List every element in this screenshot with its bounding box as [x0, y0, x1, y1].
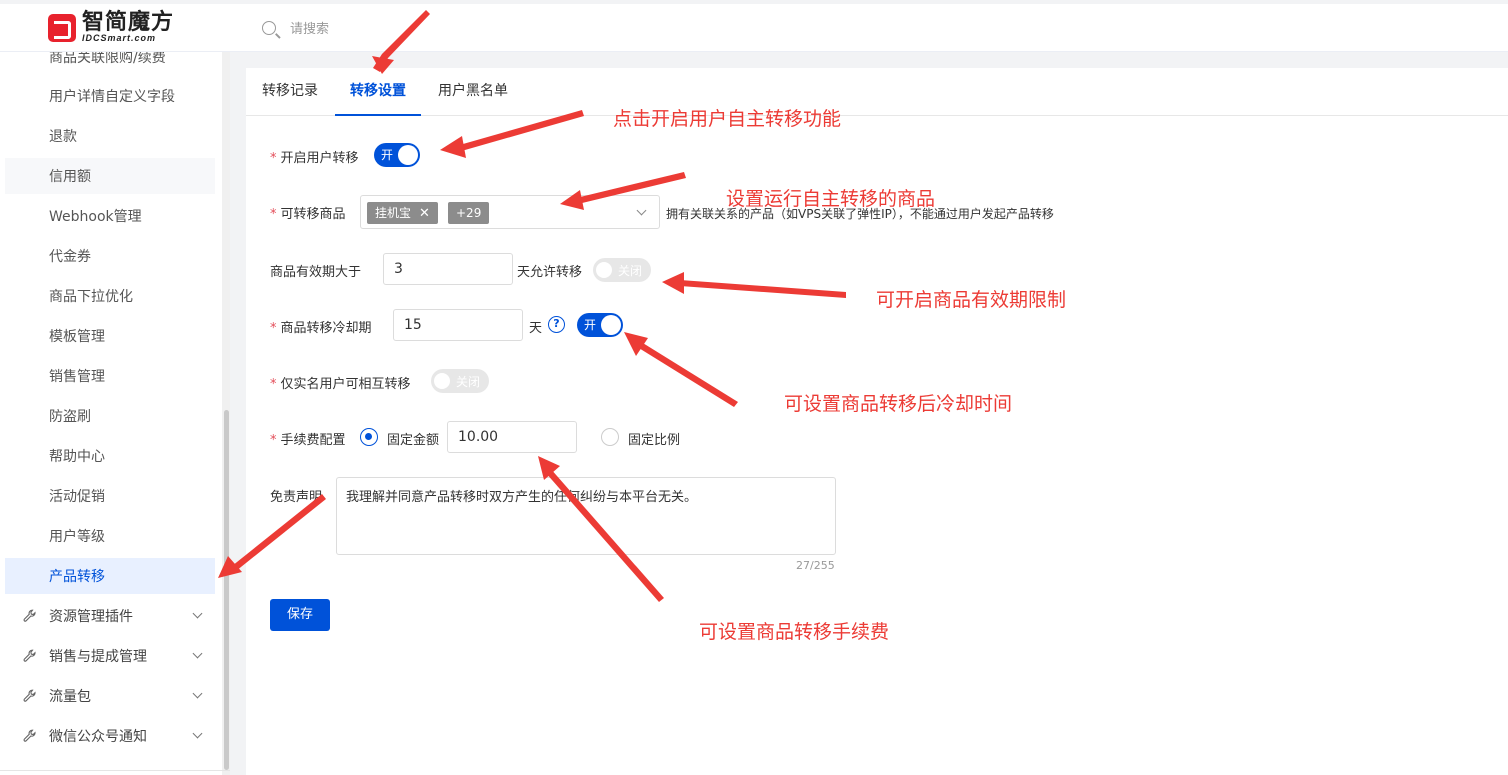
sidebar-item-promotions[interactable]: 活动促销: [5, 478, 215, 514]
fixed-ratio-radio[interactable]: [601, 428, 619, 446]
disclaimer-label: 免责声明: [270, 490, 323, 505]
chevron-down-icon: [636, 205, 647, 216]
sidebar: 商品关联限购/续费 用户详情自定义字段 退款 信用额 Webhook管理 代金券…: [0, 52, 230, 775]
validity-suffix: 天允许转移: [517, 265, 583, 280]
wrench-icon: [23, 729, 36, 742]
disclaimer-char-counter: 27/255: [796, 559, 835, 572]
wrench-icon: [23, 649, 36, 662]
tag-close-icon[interactable]: ✕: [419, 206, 430, 221]
validity-days-input[interactable]: 3: [383, 253, 513, 285]
toggle-text: 开: [584, 318, 597, 332]
sidebar-item-anti-fraud[interactable]: 防盗刷: [5, 398, 215, 434]
sidebar-group-traffic-pack[interactable]: 流量包: [5, 678, 215, 714]
fixed-amount-input[interactable]: 10.00: [447, 421, 577, 453]
annotation-fee: 可设置商品转移手续费: [699, 621, 890, 643]
sidebar-group-label: 微信公众号通知: [49, 729, 147, 745]
validity-label: 商品有效期大于: [270, 265, 362, 280]
save-button[interactable]: 保存: [270, 599, 330, 631]
wrench-icon: [23, 609, 36, 622]
main-panel: 转移记录 转移设置 用户黑名单: [246, 68, 1508, 775]
enable-transfer-label: * 开启用户转移: [270, 151, 359, 166]
chevron-down-icon: [192, 648, 203, 659]
annotation-validity: 可开启商品有效期限制: [876, 289, 1067, 311]
sidebar-scrollbar-thumb[interactable]: [224, 410, 229, 770]
sidebar-group-label: 流量包: [49, 689, 91, 705]
sidebar-item-webhook[interactable]: Webhook管理: [5, 198, 215, 234]
sidebar-item-dropdown-optimize[interactable]: 商品下拉优化: [5, 278, 215, 314]
sidebar-item-sales[interactable]: 销售管理: [5, 358, 215, 394]
sidebar-group-resource-plugins[interactable]: 资源管理插件: [5, 598, 215, 634]
sidebar-item-credit[interactable]: 信用额: [5, 158, 215, 194]
product-tag: 挂机宝 ✕: [367, 202, 438, 224]
sidebar-divider: [0, 770, 230, 775]
fixed-amount-label[interactable]: 固定金额: [387, 429, 439, 448]
toggle-text: 关闭: [456, 375, 481, 389]
annotation-products: 设置运行自主转移的商品: [726, 188, 936, 210]
toggle-text: 开: [381, 148, 394, 162]
sidebar-item-product-transfer[interactable]: 产品转移: [5, 558, 215, 594]
tab-transfer-settings[interactable]: 转移设置: [335, 68, 421, 116]
more-products-tag: +29: [448, 202, 490, 224]
chevron-down-icon: [192, 608, 203, 619]
enable-transfer-toggle[interactable]: 开: [374, 143, 420, 167]
fixed-ratio-label[interactable]: 固定比例: [628, 429, 680, 448]
cooldown-days-input[interactable]: 15: [393, 309, 523, 341]
sidebar-item-templates[interactable]: 模板管理: [5, 318, 215, 354]
sidebar-item-help-center[interactable]: 帮助中心: [5, 438, 215, 474]
tab-bar: 转移记录 转移设置 用户黑名单: [246, 68, 1508, 116]
search-placeholder[interactable]: 请搜索: [290, 18, 329, 37]
sidebar-item-user-custom-fields[interactable]: 用户详情自定义字段: [5, 78, 215, 114]
sidebar-item-product-limit[interactable]: 商品关联限购/续费: [5, 52, 215, 75]
realname-only-toggle[interactable]: 关闭: [431, 369, 489, 393]
tab-transfer-records[interactable]: 转移记录: [262, 68, 318, 116]
logo-icon: [48, 13, 76, 42]
fixed-amount-radio[interactable]: [360, 428, 378, 446]
annotation-enable-transfer: 点击开启用户自主转移功能: [613, 108, 842, 130]
logo-title: 智简魔方: [82, 10, 175, 35]
sidebar-group-label: 资源管理插件: [49, 609, 133, 625]
search-icon: [262, 20, 276, 35]
cooldown-suffix: 天: [529, 321, 543, 336]
sidebar-item-refund[interactable]: 退款: [5, 118, 215, 154]
logo-subtitle: IDCSmart.com: [82, 33, 157, 43]
wrench-icon: [23, 689, 36, 702]
sidebar-group-sales-commission[interactable]: 销售与提成管理: [5, 638, 215, 674]
validity-limit-toggle[interactable]: 关闭: [593, 258, 651, 282]
disclaimer-textarea[interactable]: 我理解并同意产品转移时双方产生的任何纠纷与本平台无关。: [336, 477, 836, 555]
chevron-down-icon: [192, 688, 203, 699]
fee-config-label: * 手续费配置: [270, 433, 346, 448]
cooldown-label: * 商品转移冷却期: [270, 321, 372, 336]
chevron-down-icon: [192, 728, 203, 739]
toggle-text: 关闭: [618, 264, 643, 278]
sidebar-item-voucher[interactable]: 代金券: [5, 238, 215, 274]
help-icon[interactable]: ?: [548, 316, 565, 333]
transferable-products-select[interactable]: 挂机宝 ✕ +29: [360, 195, 660, 229]
transferable-products-label: * 可转移商品: [270, 207, 346, 222]
search-box[interactable]: 请搜索: [262, 18, 329, 37]
cooldown-toggle[interactable]: 开: [577, 313, 623, 337]
tab-user-blacklist[interactable]: 用户黑名单: [438, 68, 508, 116]
sidebar-item-user-level[interactable]: 用户等级: [5, 518, 215, 554]
logo[interactable]: 智简魔方 IDCSmart.com: [48, 12, 174, 43]
annotation-cooldown: 可设置商品转移后冷却时间: [784, 393, 1013, 415]
sidebar-group-label: 销售与提成管理: [49, 649, 147, 665]
top-bar: 智简魔方 IDCSmart.com 请搜索: [0, 0, 1508, 52]
realname-only-label: * 仅实名用户可相互转移: [270, 377, 411, 392]
sidebar-group-wechat-notify[interactable]: 微信公众号通知: [5, 718, 215, 754]
